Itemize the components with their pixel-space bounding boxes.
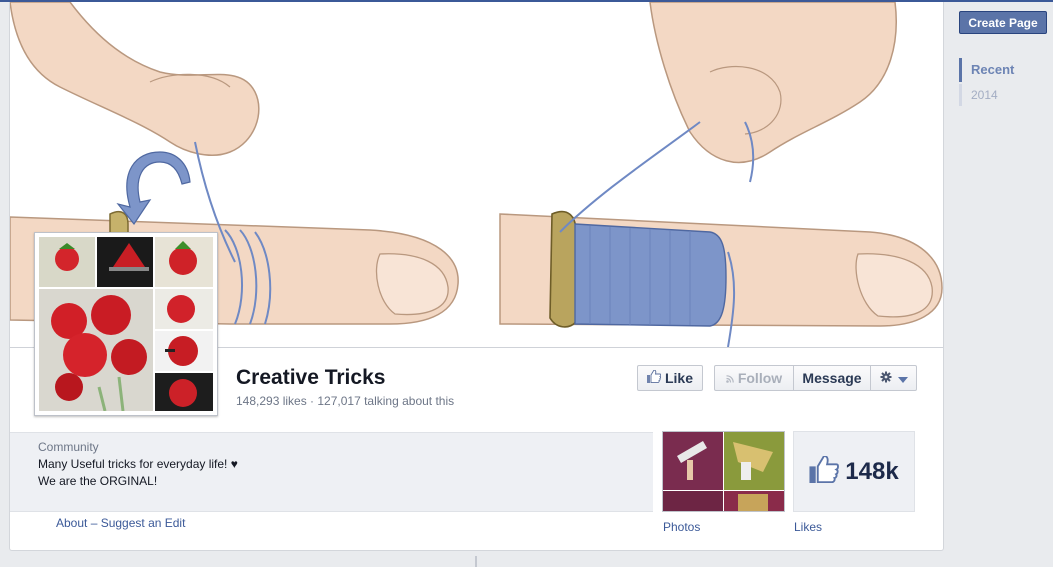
timeline-spine	[475, 556, 477, 567]
rss-icon	[726, 370, 734, 386]
photos-preview-image	[663, 432, 784, 511]
timeline-nav-year[interactable]: 2014	[959, 84, 998, 106]
likes-count: 148k	[845, 457, 899, 485]
likes-app-label[interactable]: Likes	[794, 520, 822, 534]
about-link[interactable]: About	[56, 516, 87, 530]
photos-app-thumbnail[interactable]	[662, 431, 785, 512]
about-links: About – Suggest an Edit	[56, 516, 185, 530]
page-stats: 148,293 likes · 127,017 talking about th…	[236, 394, 455, 408]
follow-button[interactable]: Follow	[714, 365, 794, 391]
follow-button-label: Follow	[737, 370, 783, 386]
gear-icon	[880, 370, 892, 386]
message-button-label: Message	[802, 370, 862, 386]
about-description: Many Useful tricks for everyday life! ♥	[38, 457, 238, 471]
settings-menu-button[interactable]	[871, 365, 917, 391]
like-button[interactable]: Like	[637, 365, 703, 391]
strawberry-collage	[39, 237, 213, 411]
like-button-label: Like	[664, 370, 693, 386]
page-actions-group: Follow Message	[714, 365, 917, 391]
caret-down-icon	[897, 370, 908, 386]
about-description-2: We are the ORGINAL!	[38, 474, 158, 488]
timeline-nav-recent[interactable]: Recent	[959, 58, 1014, 82]
page-title[interactable]: Creative Tricks	[236, 366, 385, 390]
suggest-edit-link[interactable]: Suggest an Edit	[101, 516, 186, 530]
photos-app-label[interactable]: Photos	[663, 520, 700, 534]
timeline-card: Creative Tricks 148,293 likes · 127,017 …	[9, 2, 944, 551]
profile-picture[interactable]	[34, 232, 218, 416]
likes-app-box[interactable]: 148k	[793, 431, 915, 512]
page-category: Community	[38, 440, 99, 454]
about-separator: –	[87, 516, 101, 530]
about-section: Community Many Useful tricks for everyda…	[10, 432, 653, 512]
message-button[interactable]: Message	[794, 365, 871, 391]
thumbs-up-icon	[646, 369, 662, 386]
thumbs-up-icon	[809, 454, 840, 488]
create-page-button[interactable]: Create Page	[959, 11, 1047, 34]
